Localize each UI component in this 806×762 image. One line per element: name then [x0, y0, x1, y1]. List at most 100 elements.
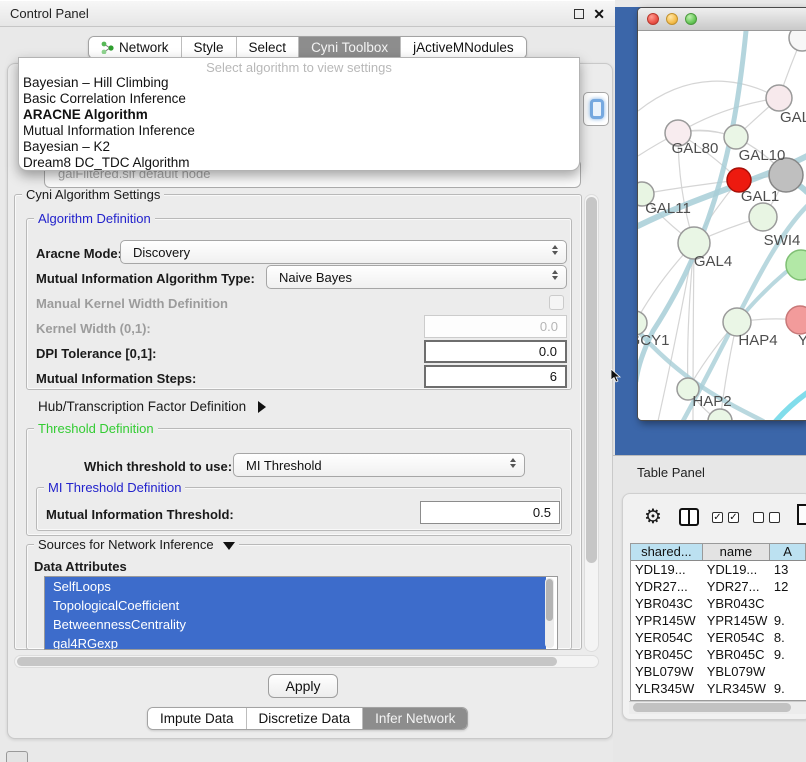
aracne-mode-combo[interactable]: Discovery: [120, 240, 567, 264]
tab-select[interactable]: Select: [237, 37, 300, 58]
table-cell: YER054C: [703, 629, 770, 646]
algorithm-option[interactable]: ARACNE Algorithm: [19, 107, 579, 123]
tab-jactivemnodules[interactable]: jActiveMNodules: [401, 37, 526, 58]
close-icon[interactable]: ✕: [593, 9, 605, 19]
split-columns-icon[interactable]: [679, 508, 699, 526]
column-header-shared[interactable]: shared...: [631, 544, 703, 560]
network-node[interactable]: [724, 125, 748, 149]
mi-type-combo[interactable]: Naive Bayes: [266, 265, 567, 289]
algorithm-option[interactable]: Dream8 DC_TDC Algorithm: [19, 155, 579, 171]
algorithm-option[interactable]: Basic Correlation Inference: [19, 91, 579, 107]
table-row[interactable]: YLR345WYLR345W9.: [631, 680, 806, 697]
table-cell: YDR27...: [703, 578, 770, 595]
minimize-traffic-light-icon[interactable]: [666, 13, 678, 25]
combo-arrows-icon: [552, 245, 558, 255]
node-label: Y: [798, 332, 806, 349]
table-row[interactable]: YBL079WYBL079W: [631, 663, 806, 680]
dpi-tolerance-label: DPI Tolerance [0,1]:: [36, 346, 156, 361]
deselect-all-checkbox-icon[interactable]: [769, 512, 780, 523]
zoom-traffic-light-icon[interactable]: [685, 13, 697, 25]
tab-cyni-toolbox[interactable]: Cyni Toolbox: [299, 37, 401, 58]
float-window-icon[interactable]: [574, 9, 584, 19]
bottom-left-partial-button[interactable]: [6, 751, 28, 762]
gear-icon[interactable]: ⚙: [644, 504, 662, 530]
table-cell: YBR045C: [631, 646, 703, 663]
dpi-tolerance-input[interactable]: 0.0: [424, 340, 567, 363]
cyni-algorithm-settings-title: Cyni Algorithm Settings: [22, 188, 164, 201]
table-cell: YDL19...: [631, 561, 703, 578]
node-label: SWI4: [764, 232, 801, 249]
table-cell: 9.: [770, 612, 806, 629]
node-label: GAL10: [739, 147, 786, 164]
table-row[interactable]: YBR043CYBR043C: [631, 595, 806, 612]
hub-definition-toggle[interactable]: Hub/Transcription Factor Definition: [38, 399, 266, 414]
mi-steps-input[interactable]: 6: [424, 365, 567, 388]
attribute-item-selected[interactable]: TopologicalCoefficient: [45, 596, 546, 615]
network-node[interactable]: [786, 250, 806, 280]
algorithm-definition-title: Algorithm Definition: [34, 212, 155, 225]
network-node[interactable]: [789, 31, 806, 51]
table-row[interactable]: YPR145WYPR145W9.: [631, 612, 806, 629]
node-label: HAP4: [738, 332, 777, 349]
algorithm-option[interactable]: Bayesian – Hill Climbing: [19, 75, 579, 91]
settings-vertical-scrollbar-thumb[interactable]: [586, 197, 597, 563]
mi-type-label: Mutual Information Algorithm Type:: [36, 271, 255, 286]
aracne-mode-value: Discovery: [133, 245, 190, 260]
table-row[interactable]: YDL19...YDL19...13: [631, 561, 806, 578]
hub-definition-label: Hub/Transcription Factor Definition: [38, 399, 246, 414]
column-header-name[interactable]: name: [703, 544, 770, 560]
which-threshold-combo[interactable]: MI Threshold: [233, 453, 525, 477]
network-node[interactable]: [766, 85, 792, 111]
table-cell: YPR145W: [631, 612, 703, 629]
table-row[interactable]: YBR045CYBR045C9.: [631, 646, 806, 663]
node-label: GAL11: [645, 200, 691, 217]
node-attribute-table[interactable]: shared...nameA YDL19...YDL19...13YDR27..…: [630, 543, 806, 701]
algorithm-option[interactable]: Mutual Information Inference: [19, 123, 579, 139]
data-attributes-list[interactable]: SelfLoopsTopologicalCoefficientBetweenne…: [44, 576, 558, 650]
tab-label: Cyni Toolbox: [311, 40, 388, 55]
tab-infer-network[interactable]: Infer Network: [363, 708, 467, 729]
deselect-all-checkbox-icon[interactable]: [753, 512, 764, 523]
table-header-row: shared...nameA: [631, 544, 806, 561]
control-panel-title: Control Panel: [10, 6, 89, 21]
control-panel-tabbar: Network Style Select Cyni Toolbox jActiveMNo…: [88, 36, 527, 59]
network-canvas[interactable]: GAL7GAL80GAL10GAL1GAL11SWI4GAL4GCY1HAP4Y…: [638, 31, 806, 421]
table-cell: [770, 663, 806, 680]
table-cell: YDL19...: [703, 561, 770, 578]
network-node[interactable]: [708, 409, 732, 421]
tab-discretize-data[interactable]: Discretize Data: [247, 708, 364, 729]
page-icon-partial[interactable]: [797, 504, 806, 525]
table-row[interactable]: YER054CYER054C8.: [631, 629, 806, 646]
table-cell: YDR27...: [631, 578, 703, 595]
mi-type-value: Naive Bayes: [279, 270, 352, 285]
algorithm-option[interactable]: Bayesian – K2: [19, 139, 579, 155]
close-traffic-light-icon[interactable]: [647, 13, 659, 25]
network-window-titlebar[interactable]: [638, 8, 806, 31]
attribute-list-scrollbar-thumb[interactable]: [546, 579, 553, 621]
tab-network[interactable]: Network: [89, 37, 182, 58]
mi-threshold-input[interactable]: 0.5: [420, 501, 560, 524]
select-all-checkbox-icon[interactable]: ✓: [728, 512, 739, 523]
attribute-item-selected[interactable]: SelfLoops: [45, 577, 546, 596]
network-icon: [101, 41, 114, 54]
kernel-width-input[interactable]: 0.0: [424, 315, 567, 338]
table-cell: YBR043C: [631, 595, 703, 612]
attribute-item-selected[interactable]: BetweennessCentrality: [45, 615, 546, 634]
table-horizontal-scrollbar-thumb[interactable]: [633, 703, 791, 712]
which-threshold-label: Which threshold to use:: [84, 459, 232, 474]
attribute-item-selected[interactable]: gal4RGexp: [45, 634, 546, 650]
network-node[interactable]: [786, 306, 806, 334]
mi-steps-label: Mutual Information Steps:: [36, 371, 196, 386]
tab-label: Style: [194, 40, 224, 55]
column-header-A[interactable]: A: [770, 544, 806, 560]
table-cell: YBL079W: [631, 663, 703, 680]
table-row[interactable]: YDR27...YDR27...12: [631, 578, 806, 595]
network-node[interactable]: [749, 203, 777, 231]
settings-horizontal-scrollbar-thumb[interactable]: [17, 657, 557, 666]
select-all-checkbox-icon[interactable]: ✓: [712, 512, 723, 523]
tab-impute-data[interactable]: Impute Data: [148, 708, 247, 729]
tab-style[interactable]: Style: [182, 37, 237, 58]
manual-kernel-checkbox[interactable]: [549, 295, 564, 310]
sources-toggle[interactable]: Sources for Network Inference: [34, 538, 239, 551]
apply-button[interactable]: Apply: [268, 674, 338, 698]
